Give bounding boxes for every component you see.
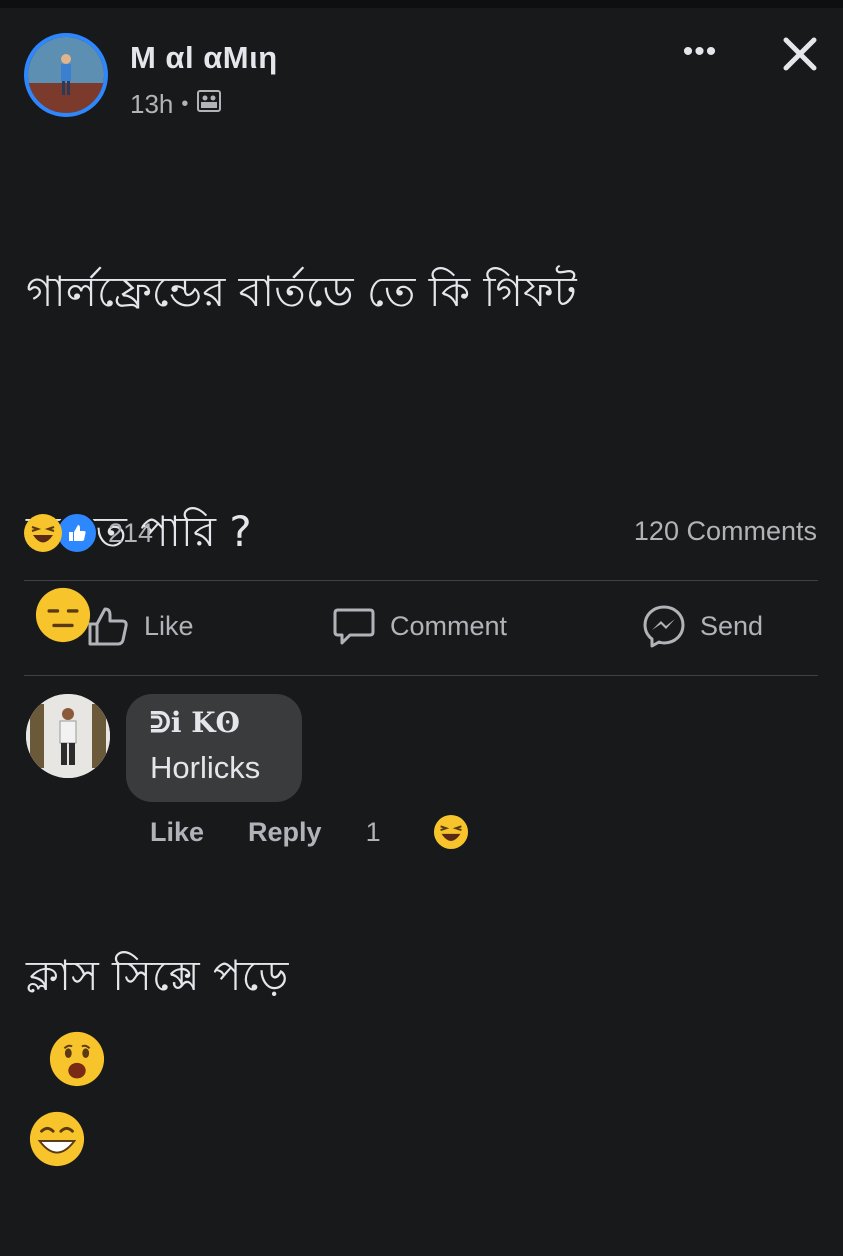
comment-actions: Like Reply 1: [150, 814, 469, 850]
messenger-icon: [643, 605, 685, 648]
comment-reactions[interactable]: 1: [366, 814, 469, 850]
post-text-line-3: ক্লাস সিক্সে পড়ে: [26, 951, 289, 1000]
haha-icon: [24, 514, 62, 552]
reaction-count: 214: [108, 517, 154, 548]
post-text-line-1: গার্লফ্রেন্ডের বার্তডে তে কি গিফট: [26, 267, 577, 316]
haha-icon: [433, 814, 468, 850]
grinning-squinting-face-icon: [29, 1111, 85, 1166]
thumbs-up-icon: [88, 607, 128, 646]
comment-like-button[interactable]: Like: [150, 817, 204, 848]
author-avatar[interactable]: [24, 33, 108, 117]
like-icon: [56, 512, 98, 554]
comment-button[interactable]: Comment: [332, 604, 507, 648]
post-author-name[interactable]: M αl αMιη: [130, 40, 278, 76]
divider: [24, 675, 818, 676]
comments-count-link[interactable]: 120 Comments: [634, 516, 817, 547]
expressionless-face-icon: [35, 587, 91, 642]
post-text-line-3-row: ক্লাস সিক্সে পড়ে: [26, 856, 816, 1176]
meta-separator: •: [181, 93, 189, 115]
comment-reaction-count: 1: [365, 816, 381, 847]
send-button[interactable]: Send: [642, 604, 763, 648]
reactions-summary[interactable]: 214: [24, 512, 153, 554]
commenter-avatar[interactable]: [26, 694, 110, 778]
status-strip: [0, 0, 843, 8]
comment-label: Comment: [390, 610, 508, 641]
like-label: Like: [144, 610, 194, 641]
post-meta: 13h •: [130, 88, 222, 121]
close-button[interactable]: [776, 30, 824, 78]
post-time[interactable]: 13h: [130, 89, 173, 120]
divider: [24, 580, 818, 581]
send-label: Send: [700, 610, 764, 641]
like-button[interactable]: Like: [86, 604, 194, 648]
commenter-name[interactable]: ᕲi Kʘ: [150, 706, 240, 740]
frowning-open-mouth-face-icon: [49, 1031, 105, 1086]
close-icon: [783, 37, 817, 71]
comment-text: Horlicks: [150, 750, 261, 785]
comment-reply-button[interactable]: Reply: [248, 817, 322, 848]
more-icon: •••: [682, 35, 718, 68]
friends-icon: [196, 88, 222, 121]
comment-icon: [333, 608, 375, 645]
more-options-button[interactable]: •••: [680, 32, 720, 72]
